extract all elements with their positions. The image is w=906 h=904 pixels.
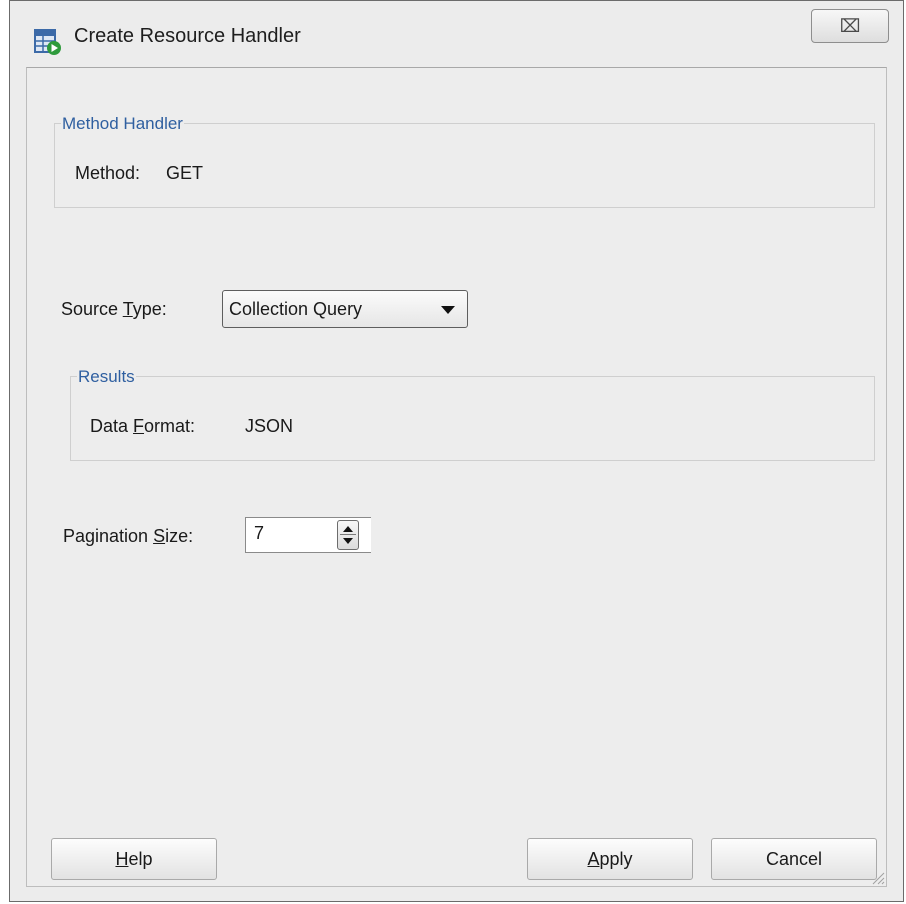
pagination-size-label: Pagination Size: (63, 526, 194, 546)
results-legend: Results (78, 367, 135, 386)
help-button[interactable]: Help (51, 838, 217, 880)
method-label: Method: (75, 163, 141, 183)
source-type-dropdown[interactable]: Collection Query (222, 290, 468, 328)
method-handler-group: Method Handler (54, 115, 875, 208)
resize-grip-icon[interactable] (869, 869, 885, 885)
source-type-label: Source Type: (61, 299, 167, 319)
chevron-down-icon (441, 306, 455, 314)
title-bar[interactable]: Create Resource Handler ⌧ (10, 1, 903, 67)
results-group: Results (70, 368, 875, 461)
stepper-down-icon[interactable] (343, 538, 353, 544)
dialog-body: Method Handler Method: GET Source Type: … (26, 67, 887, 887)
data-format-label: Data Format: (90, 416, 196, 436)
stepper-up-icon[interactable] (343, 526, 353, 532)
stepper-divider (340, 534, 356, 535)
window-title: Create Resource Handler (74, 25, 301, 47)
method-value: GET (166, 163, 204, 183)
close-icon: ⌧ (839, 15, 861, 37)
apply-button[interactable]: Apply (527, 838, 693, 880)
dialog-window: Create Resource Handler ⌧ Method Handler… (9, 0, 904, 902)
pagination-size-stepper[interactable] (337, 520, 359, 550)
table-run-icon (34, 29, 61, 55)
method-handler-legend: Method Handler (62, 114, 183, 133)
source-type-value: Collection Query (229, 299, 363, 319)
data-format-value: JSON (245, 416, 294, 436)
close-button[interactable]: ⌧ (811, 9, 889, 43)
cancel-button[interactable]: Cancel (711, 838, 877, 880)
